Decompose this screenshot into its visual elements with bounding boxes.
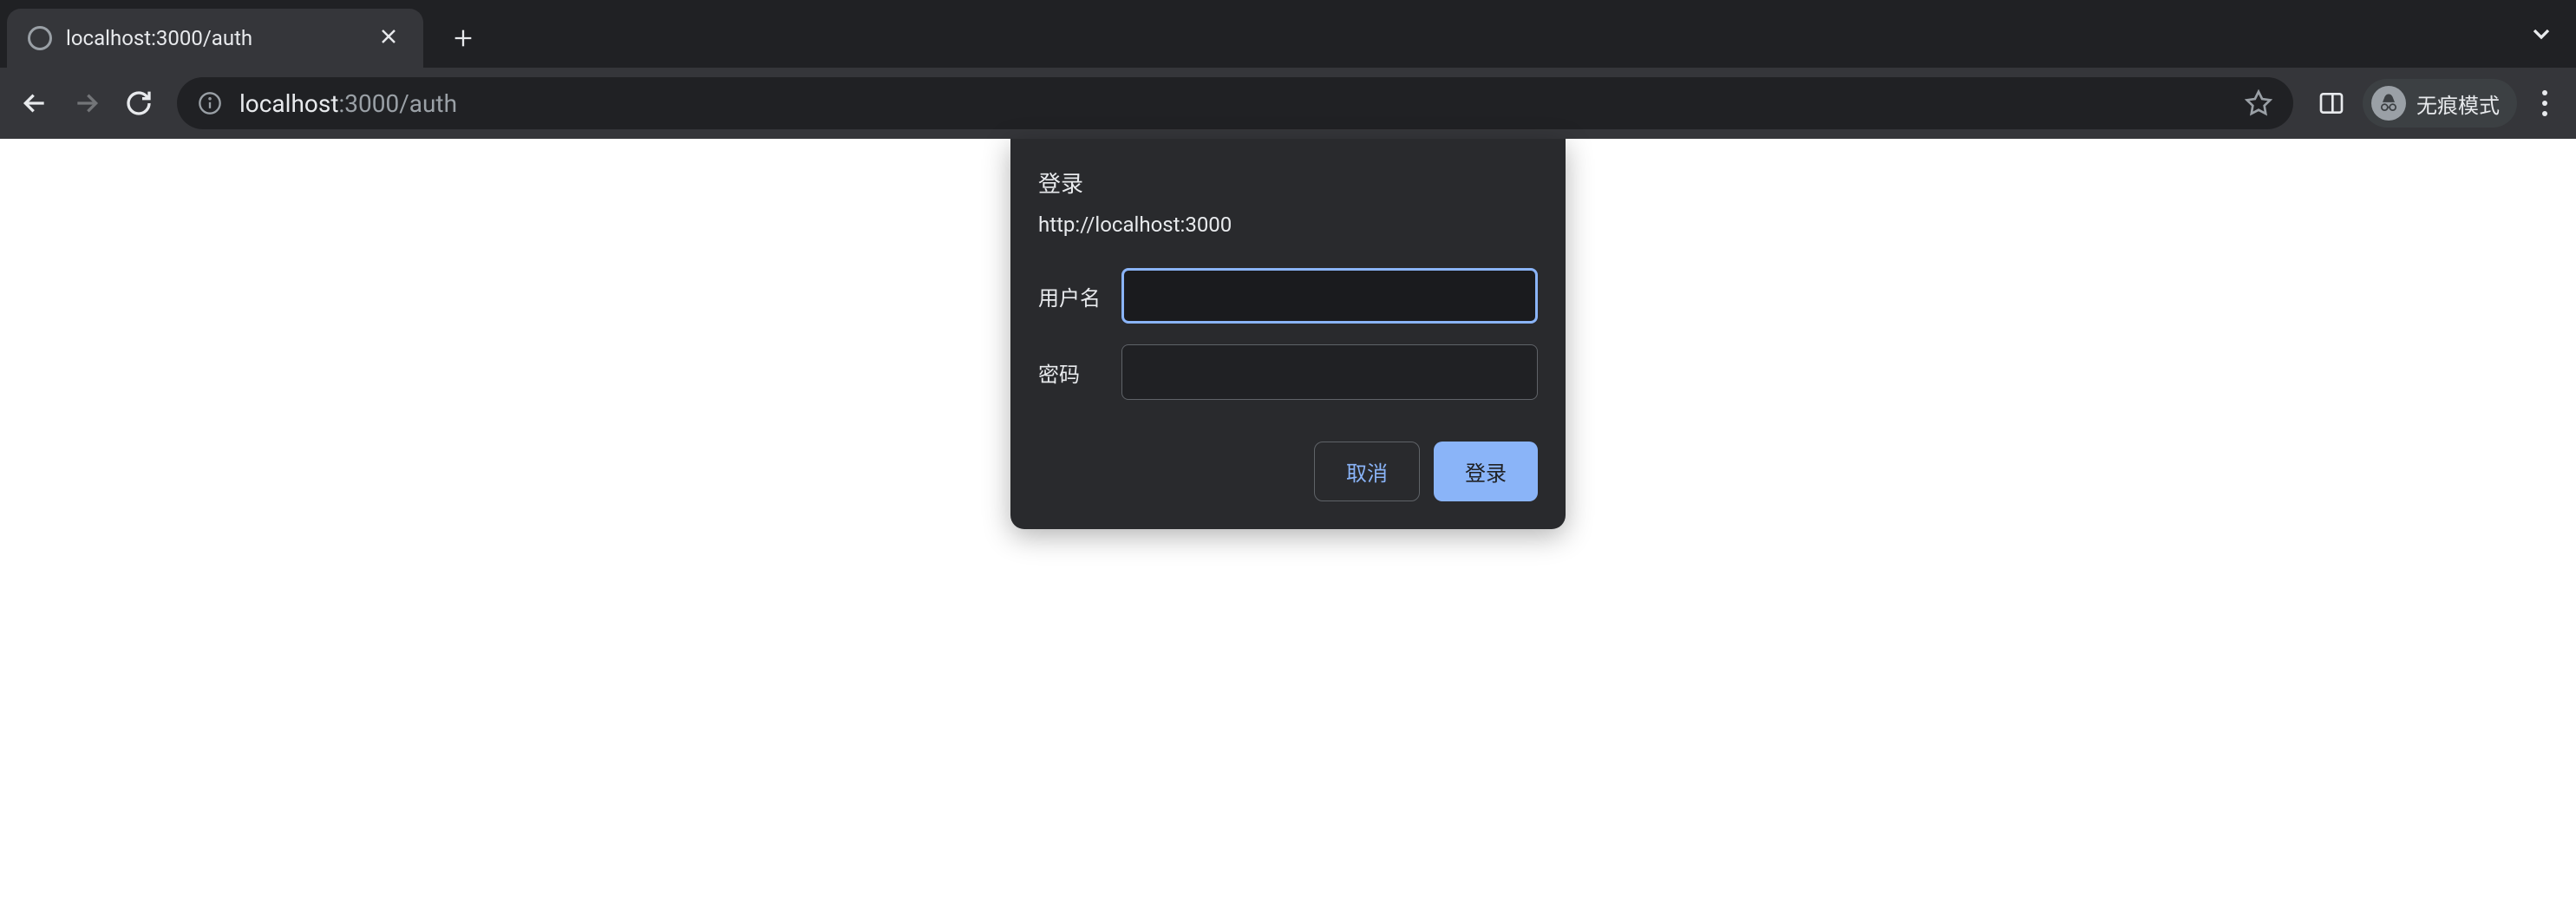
username-input[interactable] <box>1121 268 1538 324</box>
incognito-label: 无痕模式 <box>2416 88 2500 119</box>
globe-icon <box>28 26 52 50</box>
browser-tab[interactable]: localhost:3000/auth <box>7 9 423 68</box>
tab-search-button[interactable] <box>2527 20 2555 48</box>
incognito-icon <box>2371 86 2406 121</box>
tab-title: localhost:3000/auth <box>66 26 361 50</box>
cancel-button[interactable]: 取消 <box>1314 442 1420 501</box>
dialog-origin: http://localhost:3000 <box>1038 213 1538 237</box>
url-host: localhost <box>239 89 338 118</box>
auth-dialog: 登录 http://localhost:3000 用户名 密码 取消 登录 <box>1010 139 1566 529</box>
address-bar[interactable]: localhost:3000/auth <box>177 77 2293 129</box>
username-label: 用户名 <box>1038 281 1101 311</box>
password-row: 密码 <box>1038 344 1538 400</box>
back-button[interactable] <box>14 82 56 124</box>
browser-chrome: localhost:3000/auth <box>0 0 2576 139</box>
password-label: 密码 <box>1038 357 1101 388</box>
password-input[interactable] <box>1121 344 1538 400</box>
browser-toolbar: localhost:3000/auth <box>0 68 2576 139</box>
url-path: :3000/auth <box>338 89 457 118</box>
info-icon[interactable] <box>198 91 222 115</box>
page-content: 登录 http://localhost:3000 用户名 密码 取消 登录 <box>0 139 2576 916</box>
username-row: 用户名 <box>1038 268 1538 324</box>
close-icon[interactable] <box>375 21 402 56</box>
tab-strip: localhost:3000/auth <box>0 0 2576 68</box>
side-panel-button[interactable] <box>2311 82 2352 124</box>
url-text: localhost:3000/auth <box>239 89 2227 118</box>
reload-button[interactable] <box>118 82 160 124</box>
new-tab-button[interactable] <box>451 9 475 68</box>
kebab-menu-icon[interactable] <box>2527 82 2562 124</box>
dialog-buttons: 取消 登录 <box>1038 442 1538 501</box>
bookmark-icon[interactable] <box>2245 89 2272 117</box>
login-button[interactable]: 登录 <box>1434 442 1538 501</box>
incognito-badge[interactable]: 无痕模式 <box>2363 79 2517 128</box>
forward-button[interactable] <box>66 82 108 124</box>
dialog-title: 登录 <box>1038 167 1538 199</box>
